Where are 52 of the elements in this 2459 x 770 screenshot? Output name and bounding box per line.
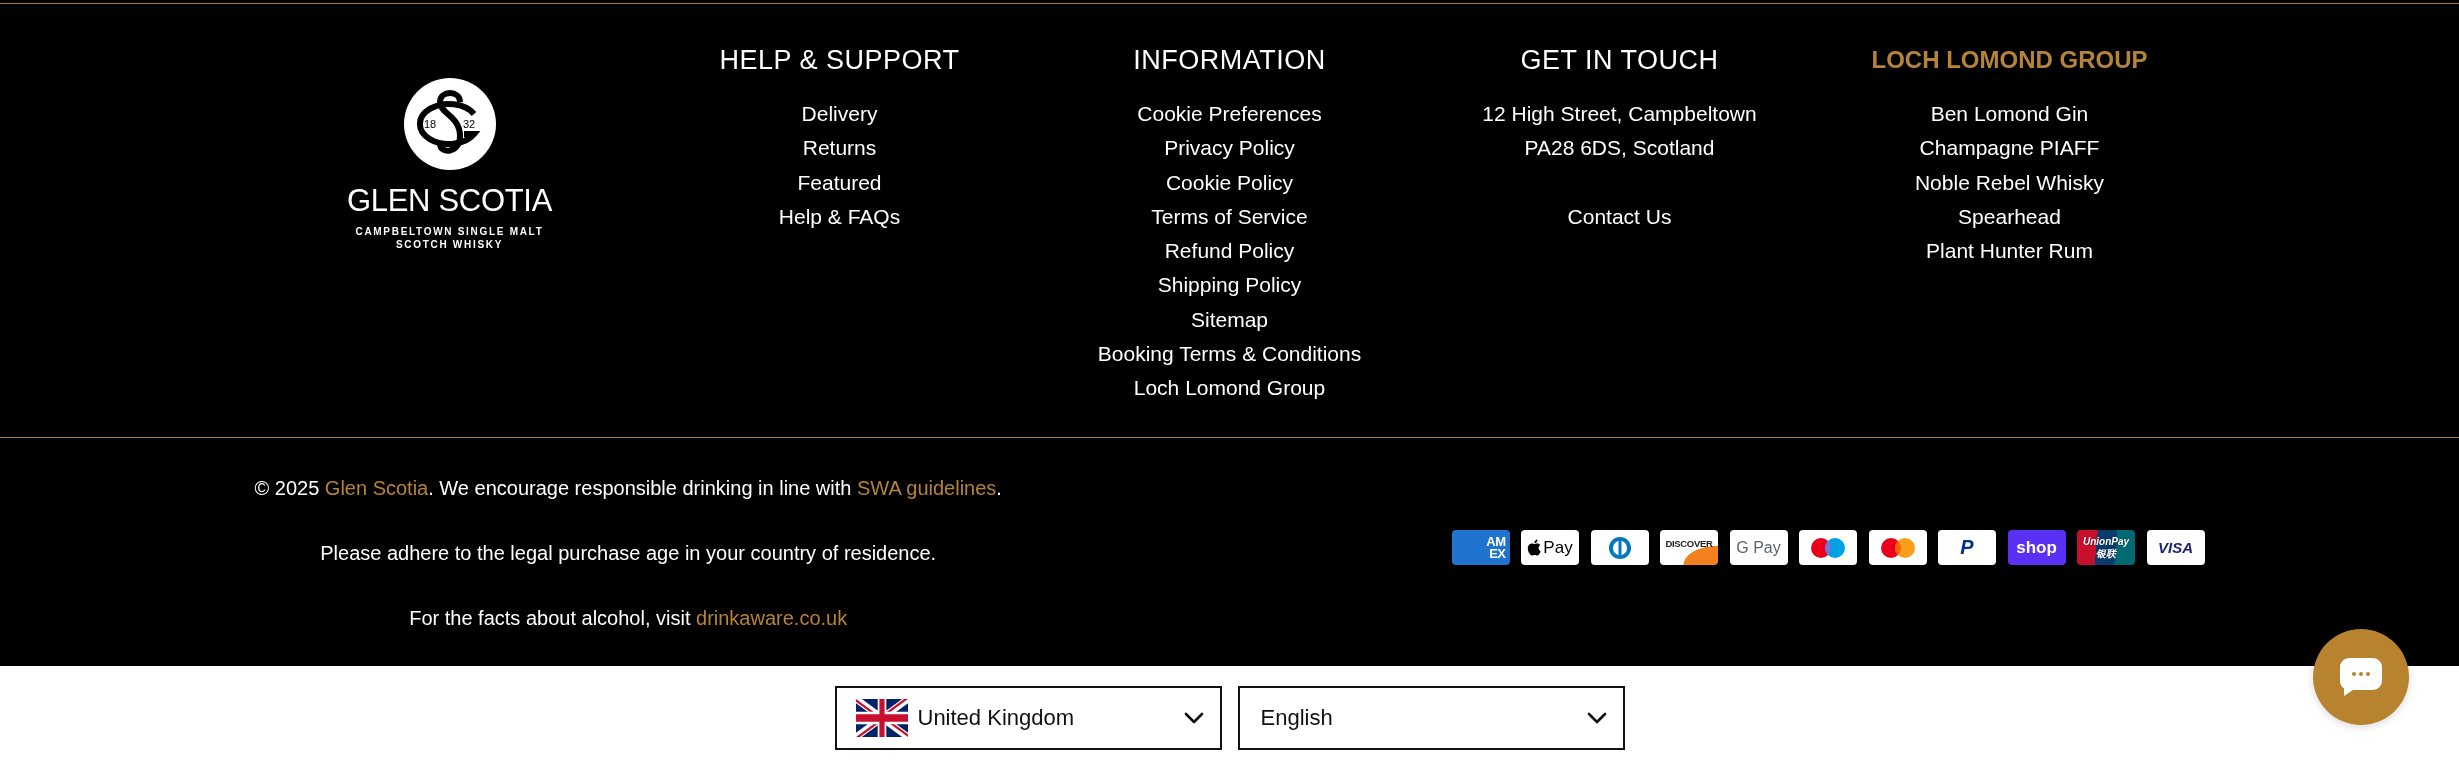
language-select[interactable]: English [1237, 685, 1625, 750]
apple-icon [1527, 539, 1542, 557]
column-heading: GET IN TOUCH [1520, 44, 1719, 77]
footer-link[interactable]: Ben Lomond Gin [1930, 97, 2089, 132]
footer-link[interactable]: Cookie Preferences [1137, 97, 1322, 132]
inline-link[interactable]: Glen Scotia [324, 476, 429, 499]
notice-text: Please adhere to the legal purchase age in your country of residence. [319, 540, 938, 566]
footer-link[interactable]: Returns [802, 131, 877, 166]
pay-label: Pay [1543, 537, 1573, 558]
footer-link[interactable]: Sitemap [1190, 302, 1268, 338]
logo-year-text: 18 [423, 118, 436, 130]
chat-bubble-icon [2339, 657, 2383, 697]
footer-link[interactable]: Terms of Service [1151, 199, 1308, 235]
column-heading: HELP & SUPPORT [719, 44, 960, 77]
footer-link[interactable]: Noble Rebel Whisky [1914, 165, 2105, 200]
footer-link[interactable]: Spearhead [1958, 199, 2061, 235]
notice-text: For the facts about alcohol, visit drinkaware.co.uk [408, 605, 849, 631]
notice-text: © 2025 Glen Scotia. We encourage responsible drinking in line with SWA guidelines. [254, 475, 1002, 501]
monogram-icon [403, 78, 496, 170]
footer-link[interactable]: Booking Terms & Conditions [1097, 337, 1362, 372]
overlapping-circles-icon [1868, 530, 1927, 566]
chevron-down-icon [1586, 711, 1607, 724]
footer-link[interactable]: Delivery [801, 97, 878, 132]
brand-tagline: CAMPBELTOWN SINGLE MALT [355, 225, 544, 238]
footer-link[interactable]: Help & FAQs [778, 199, 901, 235]
overlapping-circles-icon [1799, 530, 1857, 566]
chevron-down-icon [1183, 711, 1204, 724]
country-select[interactable]: United Kingdom [834, 685, 1222, 750]
column-heading: INFORMATION [1133, 44, 1326, 77]
brand-tagline: SCOTCH WHISKY [395, 238, 504, 251]
brand-name: GLEN SCOTIA [346, 184, 553, 218]
payment-logo: P [1938, 530, 1996, 566]
payment-logo: G Pay [1729, 530, 1788, 566]
payment-logo: VISA [2146, 530, 2205, 566]
logo-year-text: 32 [462, 118, 475, 130]
footer-link[interactable]: Plant Hunter Rum [1926, 234, 2093, 269]
footer-link[interactable]: Refund Policy [1164, 234, 1295, 269]
footer-link[interactable]: Privacy Policy [1164, 131, 1295, 166]
payment-logo: shop [2007, 530, 2066, 566]
payment-logo: DISCOVER [1660, 530, 1718, 566]
payment-logo: AM EX [1451, 530, 1510, 566]
footer-link[interactable]: Featured [797, 165, 882, 200]
address-text: 12 High Street, Campbeltown PA28 6DS, Scotland [1482, 101, 1757, 162]
column-heading: LOCH LOMOND GROUP [1871, 45, 2148, 75]
footer-link[interactable]: Cookie Policy [1165, 165, 1294, 200]
flag-icon [855, 698, 908, 737]
footer-link[interactable]: Champagne PIAFF [1919, 131, 2100, 166]
inline-link[interactable]: drinkaware.co.uk [696, 606, 848, 629]
footer-link[interactable]: Contact Us [1567, 199, 1672, 235]
footer-link[interactable]: Loch Lomond Group [1133, 371, 1326, 406]
inline-link[interactable]: SWA guidelines [857, 476, 997, 499]
footer-link[interactable]: Shipping Policy [1157, 268, 1302, 303]
